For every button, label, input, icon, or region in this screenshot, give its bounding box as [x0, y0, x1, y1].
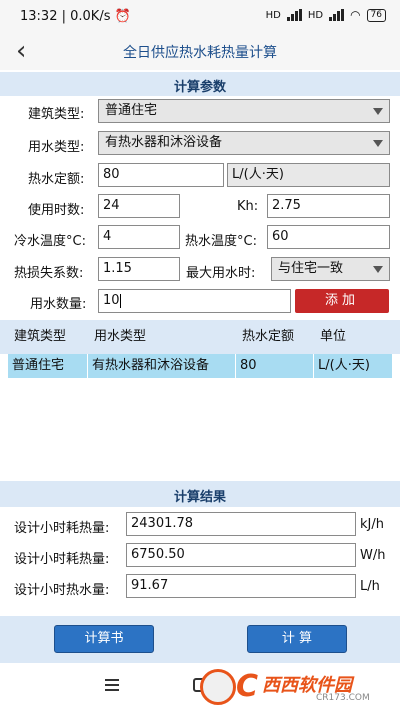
table-row[interactable]: 普通住宅 有热水器和沐浴设备 80 L/(人·天) [8, 354, 392, 378]
signal-label-1: HD [265, 9, 281, 21]
signal-icon [286, 9, 302, 21]
wifi-icon: ◠ [350, 8, 361, 22]
building-type-select[interactable]: 普通住宅 [98, 99, 390, 123]
hours-label: 使用时数: [28, 203, 85, 218]
signal-label-2: HD [307, 9, 324, 21]
hours-input[interactable]: 24 [98, 194, 180, 218]
table-cell: 80 [236, 354, 314, 378]
max-time-select[interactable]: 与住宅一致 [271, 257, 390, 281]
text-cursor [119, 293, 121, 308]
hourly-water-label: 设计小时热水量: [14, 583, 110, 598]
signal-icon [329, 9, 345, 21]
chevron-down-icon [373, 108, 383, 115]
hourly-heat-kj-value: 24301.78 [126, 512, 356, 536]
battery-icon: 76 [366, 8, 386, 22]
page-title: 全日供应热水耗热量计算 [123, 45, 277, 61]
max-time-label: 最大用水时: [186, 266, 256, 281]
water-count-label: 用水数量: [30, 297, 87, 312]
hourly-water-value: 91.67 [126, 574, 356, 598]
hot-temp-label: 热水温度°C: [185, 234, 257, 249]
params-header: 计算参数 [173, 80, 226, 95]
alarm-icon: ⏰ [114, 9, 131, 24]
table-header: 建筑类型 用水类型 热水定额 单位 [0, 320, 400, 354]
logo-disc-icon [200, 669, 236, 705]
water-type-select[interactable]: 有热水器和沐浴设备 [98, 131, 390, 155]
column-header: 用水类型 [94, 329, 147, 344]
kh-label: Kh: [237, 199, 259, 214]
calculate-button[interactable]: 计 算 [247, 625, 347, 653]
building-type-label: 建筑类型: [28, 107, 85, 122]
table-cell: L/(人·天) [318, 358, 370, 373]
title-bar: ‹ 全日供应热水耗热量计算 [0, 34, 400, 70]
building-type-value: 普通住宅 [105, 103, 158, 118]
water-type-label: 用水类型: [28, 140, 85, 155]
menu-icon[interactable] [105, 679, 119, 691]
results-header: 计算结果 [173, 490, 226, 505]
quota-input[interactable]: 80 [98, 163, 224, 187]
column-header: 单位 [320, 329, 347, 344]
water-count-input[interactable]: 10 [98, 289, 291, 313]
status-time: 13:32 | 0.0K/s ⏰ [20, 9, 131, 24]
hourly-heat-kj-unit: kJ/h [360, 517, 384, 532]
hourly-heat-w-unit: W/h [360, 548, 386, 563]
quota-unit: L/(人·天) [227, 163, 390, 187]
status-bar: 13:32 | 0.0K/s ⏰ HD HD ◠ 76 [0, 0, 400, 34]
watermark-logo: C 西西软件园 CR173.COM [196, 667, 386, 707]
max-time-value: 与住宅一致 [278, 261, 344, 276]
loss-coef-input[interactable]: 1.15 [98, 257, 180, 281]
watermark-url: CR173.COM [316, 693, 370, 703]
cold-temp-label: 冷水温度°C: [14, 234, 86, 249]
chevron-down-icon [373, 266, 383, 273]
column-header: 建筑类型 [14, 329, 67, 344]
add-button[interactable]: 添加 [295, 289, 389, 313]
table-cell: 普通住宅 [8, 354, 88, 378]
hourly-heat-w-value: 6750.50 [126, 543, 356, 567]
water-type-value: 有热水器和沐浴设备 [105, 135, 223, 150]
quota-label: 热水定额: [28, 172, 85, 187]
report-button[interactable]: 计算书 [54, 625, 154, 653]
hourly-heat-kj-label: 设计小时耗热量: [14, 521, 110, 536]
table-cell: 有热水器和沐浴设备 [88, 354, 236, 378]
chevron-down-icon [373, 140, 383, 147]
cold-temp-input[interactable]: 4 [98, 225, 180, 249]
hourly-water-unit: L/h [360, 579, 380, 594]
kh-input[interactable]: 2.75 [267, 194, 390, 218]
column-header: 热水定额 [242, 329, 295, 344]
hourly-heat-w-label: 设计小时耗热量: [14, 552, 110, 567]
hot-temp-input[interactable]: 60 [267, 225, 390, 249]
loss-coef-label: 热损失系数: [14, 266, 84, 281]
logo-c-icon: C [236, 669, 259, 704]
